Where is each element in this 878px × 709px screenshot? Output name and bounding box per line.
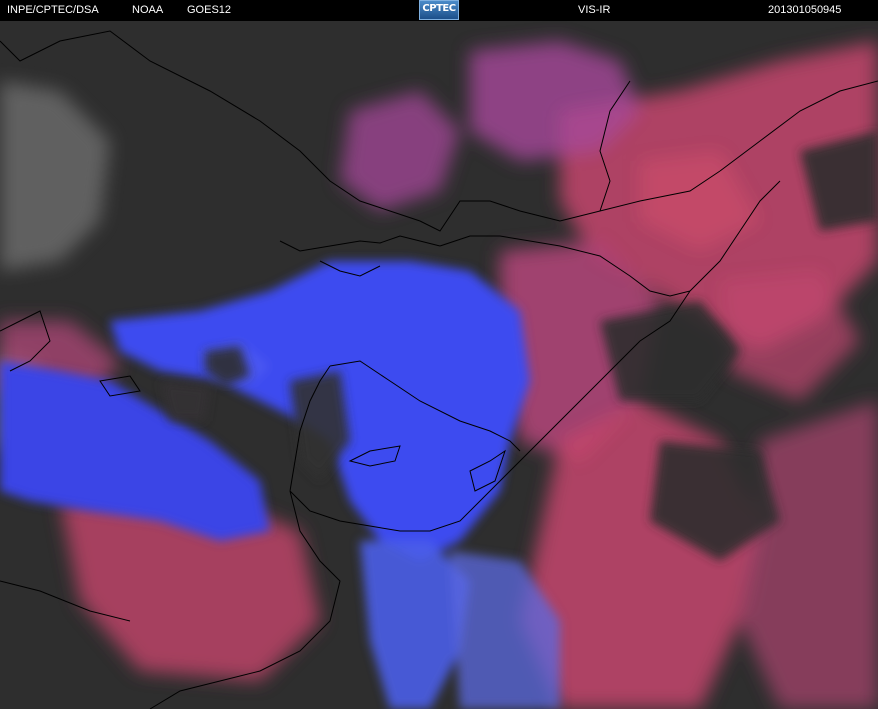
header-bar: INPE/CPTEC/DSA NOAA GOES12 CPTEC VIS-IR … (0, 0, 878, 21)
agency-label: NOAA (132, 4, 164, 16)
product-label: VIS-IR (578, 4, 611, 16)
cptec-logo: CPTEC (419, 0, 459, 20)
logo-text: CPTEC (422, 3, 456, 14)
satellite-label: GOES12 (187, 4, 232, 16)
institution-label: INPE/CPTEC/DSA (7, 4, 99, 16)
satellite-image (0, 21, 878, 709)
timestamp-label: 201301050945 (768, 4, 842, 16)
